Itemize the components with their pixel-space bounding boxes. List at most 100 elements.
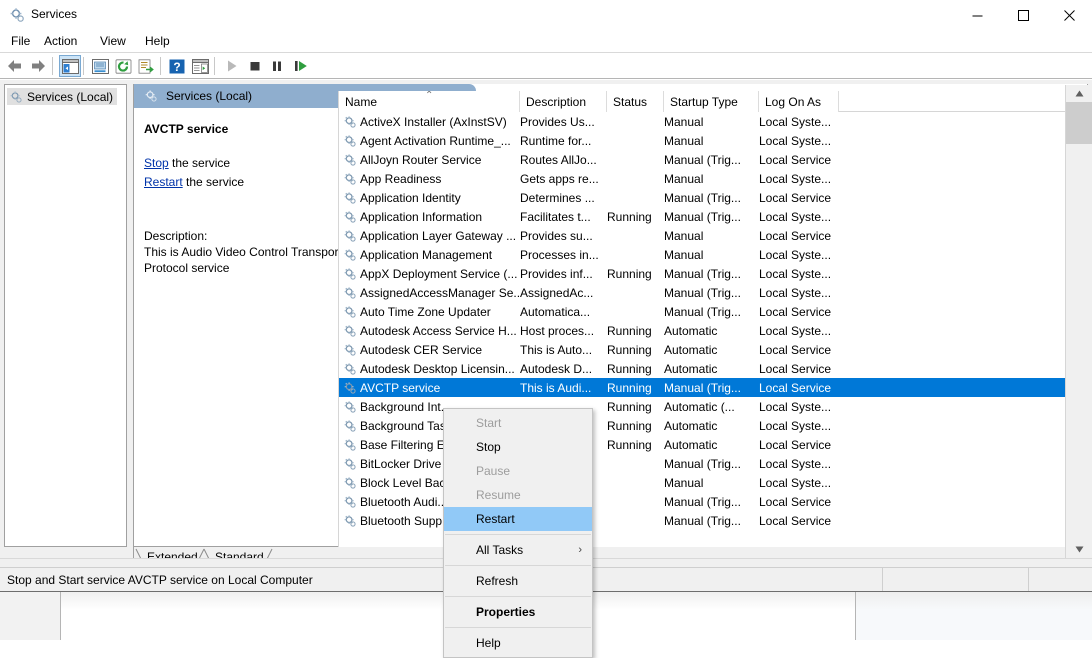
menu-item-help[interactable]: Help	[138, 32, 177, 50]
cell-description: Automatica...	[520, 304, 591, 319]
table-row[interactable]: Application Identity Determines ... Manual…	[339, 188, 1089, 207]
table-row[interactable]: Autodesk Desktop Licensin... Autodesk D..…	[339, 359, 1089, 378]
context-menu-item-stop[interactable]: Stop	[444, 435, 592, 459]
scrollbar-track[interactable]	[1066, 144, 1092, 541]
service-name-label: Autodesk Desktop Licensin...	[360, 361, 515, 376]
restart-service-link[interactable]: Restart	[144, 175, 183, 189]
table-row[interactable]: Autodesk Access Service H... Host proces.…	[339, 321, 1089, 340]
cell-description: Provides inf...	[520, 266, 593, 281]
table-row[interactable]: Application Layer Gateway ... Provides su…	[339, 226, 1089, 245]
forward-icon[interactable]	[27, 55, 49, 77]
table-row[interactable]: Agent Activation Runtime_... Runtime for.…	[339, 131, 1089, 150]
restart-service-icon[interactable]	[290, 55, 312, 77]
scroll-up-arrow-icon[interactable]	[1066, 85, 1092, 102]
stop-service-link[interactable]: Stop	[144, 156, 169, 170]
console-tree-pane: Services (Local)	[4, 84, 127, 547]
show-hide-tree-icon[interactable]	[59, 55, 81, 77]
cell-startup: Automatic	[664, 418, 718, 433]
export-list-icon[interactable]	[135, 55, 157, 77]
column-header-name[interactable]: Name ⌃	[339, 91, 520, 112]
context-menu-item-resume: Resume	[444, 483, 592, 507]
toolbar-separator	[52, 57, 53, 75]
column-header-startup-type[interactable]: Startup Type	[664, 91, 759, 112]
cell-name: Application Management	[339, 245, 520, 264]
description-text: This is Audio Video Control Transport Pr…	[144, 245, 342, 275]
properties-icon[interactable]	[89, 55, 111, 77]
table-row[interactable]: AVCTP service This is Audi... Running Manua…	[339, 378, 1089, 397]
cell-startup: Manual (Trig...	[664, 152, 741, 167]
scroll-down-arrow-icon[interactable]	[1066, 541, 1092, 558]
cell-description: Provides Us...	[520, 114, 595, 129]
help-icon[interactable]: ?	[166, 55, 188, 77]
service-gear-icon	[343, 343, 357, 357]
cell-description: Determines ...	[520, 190, 595, 205]
cell-name: AllJoyn Router Service	[339, 150, 520, 169]
context-menu-item-help[interactable]: Help	[444, 631, 592, 655]
cell-logon: Local Syste...	[759, 456, 832, 471]
service-gear-icon	[343, 267, 357, 281]
service-name-label: Agent Activation Runtime_...	[360, 133, 511, 148]
service-context-menu: Start Stop Pause Resume Restart All Tasks › Ref…	[443, 408, 593, 658]
refresh-icon[interactable]	[112, 55, 134, 77]
context-menu-item-all-tasks[interactable]: All Tasks ›	[444, 538, 592, 562]
table-row[interactable]: ActiveX Installer (AxInstSV) Provides Us.…	[339, 112, 1089, 131]
cell-startup: Manual	[664, 228, 704, 243]
stop-service-icon[interactable]	[244, 55, 266, 77]
back-icon[interactable]	[4, 55, 26, 77]
pane-splitter[interactable]	[128, 84, 131, 547]
context-menu-item-properties[interactable]: Properties	[444, 600, 592, 624]
cell-description: Autodesk D...	[520, 361, 593, 376]
menu-item-file[interactable]: File	[4, 32, 37, 50]
minimize-icon[interactable]	[954, 0, 1000, 30]
column-header-log-on-as[interactable]: Log On As	[759, 91, 839, 112]
context-menu-item-label: Pause	[476, 464, 511, 478]
table-row[interactable]: Autodesk CER Service This is Auto... Runni…	[339, 340, 1089, 359]
service-name-label: Block Level Bac...	[360, 475, 456, 490]
cell-startup: Manual (Trig...	[664, 190, 741, 205]
table-row[interactable]: Application Management Processes in... Man…	[339, 245, 1089, 264]
cell-logon: Local Service	[759, 228, 832, 243]
cell-startup: Manual (Trig...	[664, 380, 741, 395]
show-hide-action-pane-icon[interactable]	[189, 55, 211, 77]
pause-service-icon[interactable]	[266, 55, 288, 77]
cell-status: Running	[607, 437, 652, 452]
maximize-icon[interactable]	[1000, 0, 1046, 30]
context-menu-item-label: Refresh	[476, 574, 519, 588]
column-header-description[interactable]: Description	[520, 91, 607, 112]
table-row[interactable]: AllJoyn Router Service Routes AllJo... Man…	[339, 150, 1089, 169]
service-name-label: Application Information	[360, 209, 483, 224]
tree-item-services-local[interactable]: Services (Local)	[7, 88, 118, 105]
backdrop-left-panel	[0, 592, 60, 640]
service-gear-icon	[343, 210, 357, 224]
start-service-icon[interactable]	[221, 55, 243, 77]
cell-description: Provides su...	[520, 228, 593, 243]
toolbar: ?	[0, 52, 1092, 79]
table-row[interactable]: App Readiness Gets apps re... Manual Local …	[339, 169, 1089, 188]
service-gear-icon	[343, 438, 357, 452]
cell-status: Running	[607, 342, 652, 357]
cell-name: Autodesk CER Service	[339, 340, 520, 359]
scrollbar-thumb[interactable]	[1066, 102, 1092, 144]
table-row[interactable]: AssignedAccessManager Se... AssignedAc...…	[339, 283, 1089, 302]
column-header-status[interactable]: Status	[607, 91, 664, 112]
menu-item-view[interactable]: View	[93, 32, 133, 50]
cell-logon: Local Syste...	[759, 133, 832, 148]
close-icon[interactable]	[1046, 0, 1092, 30]
cell-name: Application Layer Gateway ...	[339, 226, 520, 245]
cell-name: AppX Deployment Service (...	[339, 264, 520, 283]
context-menu-item-refresh[interactable]: Refresh	[444, 569, 592, 593]
cell-startup: Manual	[664, 475, 704, 490]
table-row[interactable]: Auto Time Zone Updater Automatica... Manua…	[339, 302, 1089, 321]
cell-description: Facilitates t...	[520, 209, 591, 224]
context-menu-item-restart[interactable]: Restart	[444, 507, 592, 531]
service-gear-icon	[343, 115, 357, 129]
menu-item-action[interactable]: Action	[37, 32, 84, 50]
table-row[interactable]: Application Information Facilitates t... R…	[339, 207, 1089, 226]
list-header-row: Name ⌃ Description Status Startup Type Log On…	[339, 91, 1089, 112]
tree-item-label: Services (Local)	[27, 89, 114, 104]
toolbar-separator	[83, 57, 84, 75]
list-vertical-scrollbar[interactable]	[1065, 85, 1092, 558]
cell-status	[607, 226, 664, 245]
context-menu-item-label: Restart	[476, 512, 515, 526]
table-row[interactable]: AppX Deployment Service (... Provides inf…	[339, 264, 1089, 283]
